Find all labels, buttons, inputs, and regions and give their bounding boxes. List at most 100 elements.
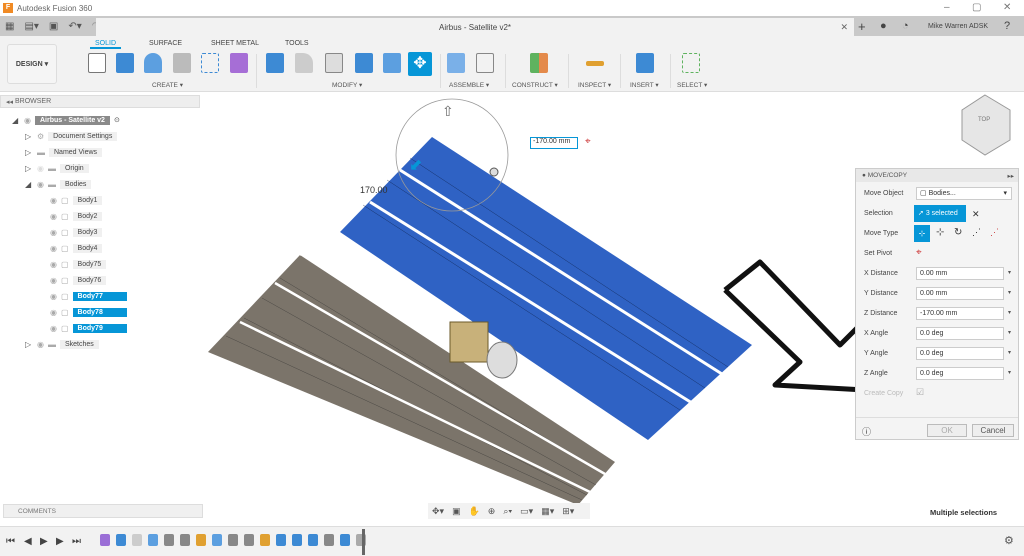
comments-panel[interactable]: COMMENTS [3,504,203,518]
ok-button[interactable]: OK [927,424,967,437]
chevron-down-icon[interactable]: ▾ [1008,349,1011,356]
combine-icon[interactable] [355,53,373,73]
visibility-icon[interactable]: ◉ [50,196,57,205]
user-account[interactable]: Mike Warren ADSK [928,16,988,36]
browser-body-item[interactable]: ◉ ▢ Body75 [50,258,107,270]
zoom-icon[interactable]: ⊕ [488,506,496,517]
new-tab-button[interactable]: + [858,16,866,36]
distance-input[interactable]: -170.00 mm [530,137,578,149]
visibility-icon[interactable]: ◉ [50,244,57,253]
workspace-switcher[interactable]: DESIGN ▾ [7,44,57,84]
browser-folder-sketches[interactable]: ▷ ◉ ▬ Sketches [25,338,99,350]
create-sketch-icon[interactable] [88,53,106,73]
help-icon[interactable]: ? [1004,16,1010,36]
browser-folder-bodies[interactable]: ◢ ◉ ▬ Bodies [25,178,92,190]
minimize-button[interactable]: – [944,2,950,13]
go-to-end-icon[interactable]: ⏭ [72,536,81,547]
visibility-icon[interactable]: ◉ [50,292,57,301]
timeline-feature-icon[interactable] [116,534,126,546]
step-back-icon[interactable]: ◀ [24,536,32,547]
chevron-down-icon[interactable]: ▾ [1008,269,1011,276]
timeline-feature-icon[interactable] [196,534,206,546]
viewports-icon[interactable]: ⊞▾ [562,506,574,517]
expand-icon[interactable]: ▸▸ [1007,172,1014,180]
fillet-icon[interactable] [295,53,313,73]
timeline-feature-icon[interactable] [260,534,270,546]
browser-folder-origin[interactable]: ▷ ◉ ▬ Origin [25,162,89,174]
pattern-icon[interactable] [201,53,219,73]
cancel-button[interactable]: Cancel [972,424,1014,437]
create-form-icon[interactable] [230,53,248,73]
browser-body-item[interactable]: ◉ ▢ Body79 [50,322,127,334]
move-copy-icon[interactable]: ✥ [408,52,432,76]
modify-group-menu[interactable]: MODIFY ▾ [332,81,362,89]
clear-selection-icon[interactable]: ✕ [972,209,980,220]
visibility-icon[interactable]: ◉ [50,228,57,237]
browser-body-item[interactable]: ◉ ▢ Body1 [50,194,103,206]
browser-body-item[interactable]: ◉ ▢ Body4 [50,242,103,254]
point-to-position-icon[interactable]: ⋰ [990,227,999,238]
offset-plane-icon[interactable] [530,53,548,73]
extensions-icon[interactable]: ● [880,16,887,36]
set-pivot-icon[interactable]: ⌖ [916,247,922,258]
step-forward-icon[interactable]: ▶ [56,536,64,547]
browser-body-item[interactable]: ◉ ▢ Body3 [50,226,103,238]
split-body-icon[interactable] [383,53,401,73]
inspect-group-menu[interactable]: INSPECT ▾ [578,81,611,89]
timeline-settings-icon[interactable]: ⚙ [1004,534,1014,547]
value-input[interactable]: 0.00 mm [916,287,1004,300]
timeline-feature-icon[interactable] [324,534,334,546]
value-input[interactable]: 0.0 deg [916,367,1004,380]
browser-body-item[interactable]: ◉ ▢ Body76 [50,274,107,286]
visibility-icon[interactable]: ◉ [50,276,57,285]
view-cube[interactable] [961,94,1011,156]
visibility-icon[interactable]: ◉ [50,212,57,221]
press-pull-icon[interactable] [266,53,284,73]
revolve-icon[interactable] [144,53,162,73]
close-tab-icon[interactable]: ✕ [840,22,848,33]
move-object-select[interactable]: ▢ Bodies... ▾ [916,187,1012,200]
file-menu-icon[interactable]: ▤▾ [24,21,38,32]
play-icon[interactable]: ▶ [40,536,48,547]
pivot-icon[interactable]: ⌖ [585,136,591,147]
insert-group-menu[interactable]: INSERT ▾ [630,81,659,89]
pan-icon[interactable]: ✋ [469,506,480,517]
undo-icon[interactable]: ↶▾ [68,21,81,32]
select-group-menu[interactable]: SELECT ▾ [677,81,707,89]
tab-surface[interactable]: SURFACE [149,40,182,47]
maximize-button[interactable]: ▢ [972,2,981,13]
create-copy-checkbox[interactable]: ☑ [916,387,924,398]
timeline-feature-icon[interactable] [228,534,238,546]
create-group-menu[interactable]: CREATE ▾ [152,81,183,89]
assemble-group-menu[interactable]: ASSEMBLE ▾ [449,81,489,89]
fit-icon[interactable]: ⌕▾ [503,506,512,517]
visibility-icon[interactable]: ◉ [50,260,57,269]
save-icon[interactable]: ▣ [49,21,58,32]
look-at-icon[interactable]: ▣ [452,506,461,517]
visibility-icon[interactable]: ◉ [50,324,57,333]
timeline-feature-icon[interactable] [100,534,110,546]
measure-icon[interactable] [586,61,604,66]
up-arrow-manipulator[interactable]: ⇧ [442,103,454,119]
timeline-feature-icon[interactable] [148,534,158,546]
construct-group-menu[interactable]: CONSTRUCT ▾ [512,81,558,89]
apps-grid-icon[interactable]: ▦ [5,21,14,32]
browser-folder-named-views[interactable]: ▷ ▬ Named Views [25,146,103,158]
chevron-down-icon[interactable]: ▾ [1008,309,1011,316]
hole-icon[interactable] [173,53,191,73]
tab-solid[interactable]: SOLID [90,40,122,49]
value-input[interactable]: -170.00 mm [916,307,1004,320]
document-tab[interactable]: Airbus - Satellite v2* ✕ [96,18,854,36]
timeline-feature-icon[interactable] [244,534,254,546]
rotate-icon[interactable]: ↻ [954,227,962,238]
chevron-down-icon[interactable]: ▾ [1008,369,1011,376]
browser-body-item[interactable]: ◉ ▢ Body77 [50,290,127,302]
visibility-icon[interactable]: ◉ [50,308,57,317]
grid-icon[interactable]: ▦▾ [541,506,554,517]
job-status-icon[interactable]: ◔ [902,16,909,36]
timeline-feature-icon[interactable] [308,534,318,546]
joint-icon[interactable] [476,53,494,73]
insert-image-icon[interactable] [636,53,654,73]
timeline-feature-icon[interactable] [276,534,286,546]
extrude-icon[interactable] [116,53,134,73]
